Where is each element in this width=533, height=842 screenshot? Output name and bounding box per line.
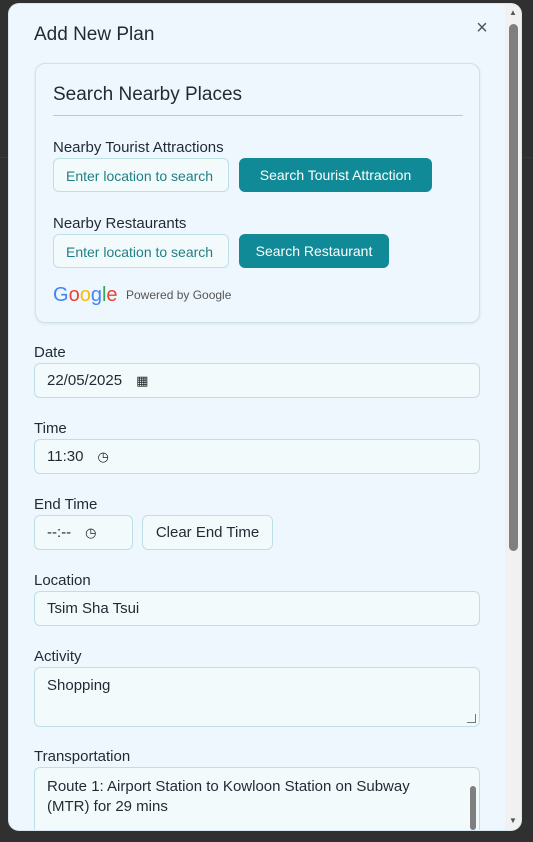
activity-value: Shopping [47,677,111,694]
end-time-label: End Time [34,496,98,513]
location-input[interactable]: Tsim Sha Tsui [34,591,480,626]
textarea-scrollbar[interactable] [470,786,476,830]
modal-title: Add New Plan [34,24,155,45]
activity-textarea[interactable]: Shopping [34,667,480,727]
time-label: Time [34,420,67,437]
restaurants-search-input[interactable]: Enter location to search [53,234,229,268]
close-icon[interactable]: × [472,18,492,38]
end-time-value: --:-- [47,524,72,541]
transportation-value: Route 1: Airport Station to Kowloon Stat… [47,778,410,815]
card-divider [53,115,463,116]
clear-end-time-button[interactable]: Clear End Time [142,515,273,550]
google-logo: Google [53,284,118,306]
attractions-label: Nearby Tourist Attractions [53,139,224,156]
scroll-down-icon[interactable]: ▼ [508,816,518,826]
search-nearby-card: Search Nearby Places Nearby Tourist Attr… [35,63,480,323]
clock-icon[interactable]: ◷ [85,516,96,549]
search-tourist-attraction-button[interactable]: Search Tourist Attraction [239,158,432,192]
transportation-label: Transportation [34,748,131,765]
transportation-textarea[interactable]: Route 1: Airport Station to Kowloon Stat… [34,767,480,830]
powered-by-text: Powered by Google [126,288,232,302]
date-input[interactable]: 22/05/2025 ▦ [34,363,480,398]
resize-handle[interactable] [467,714,476,723]
date-value: 22/05/2025 [47,372,123,389]
card-title: Search Nearby Places [53,84,243,105]
date-label: Date [34,344,66,361]
clock-icon[interactable]: ◷ [97,440,108,473]
restaurants-label: Nearby Restaurants [53,215,187,232]
scroll-up-icon[interactable]: ▲ [508,8,518,18]
time-input[interactable]: 11:30 ◷ [34,439,480,474]
search-restaurant-button[interactable]: Search Restaurant [239,234,389,268]
location-label: Location [34,572,91,589]
scrollbar-thumb[interactable] [509,24,518,551]
time-value: 11:30 [47,448,84,465]
modal-scrollbar[interactable]: ▲ ▼ [505,4,521,830]
add-plan-modal: Add New Plan × Search Nearby Places Near… [9,4,521,830]
end-time-input[interactable]: --:-- ◷ [34,515,133,550]
calendar-icon[interactable]: ▦ [136,364,148,397]
attractions-search-input[interactable]: Enter location to search [53,158,229,192]
google-attribution: Google Powered by Google [53,284,231,306]
activity-label: Activity [34,648,82,665]
